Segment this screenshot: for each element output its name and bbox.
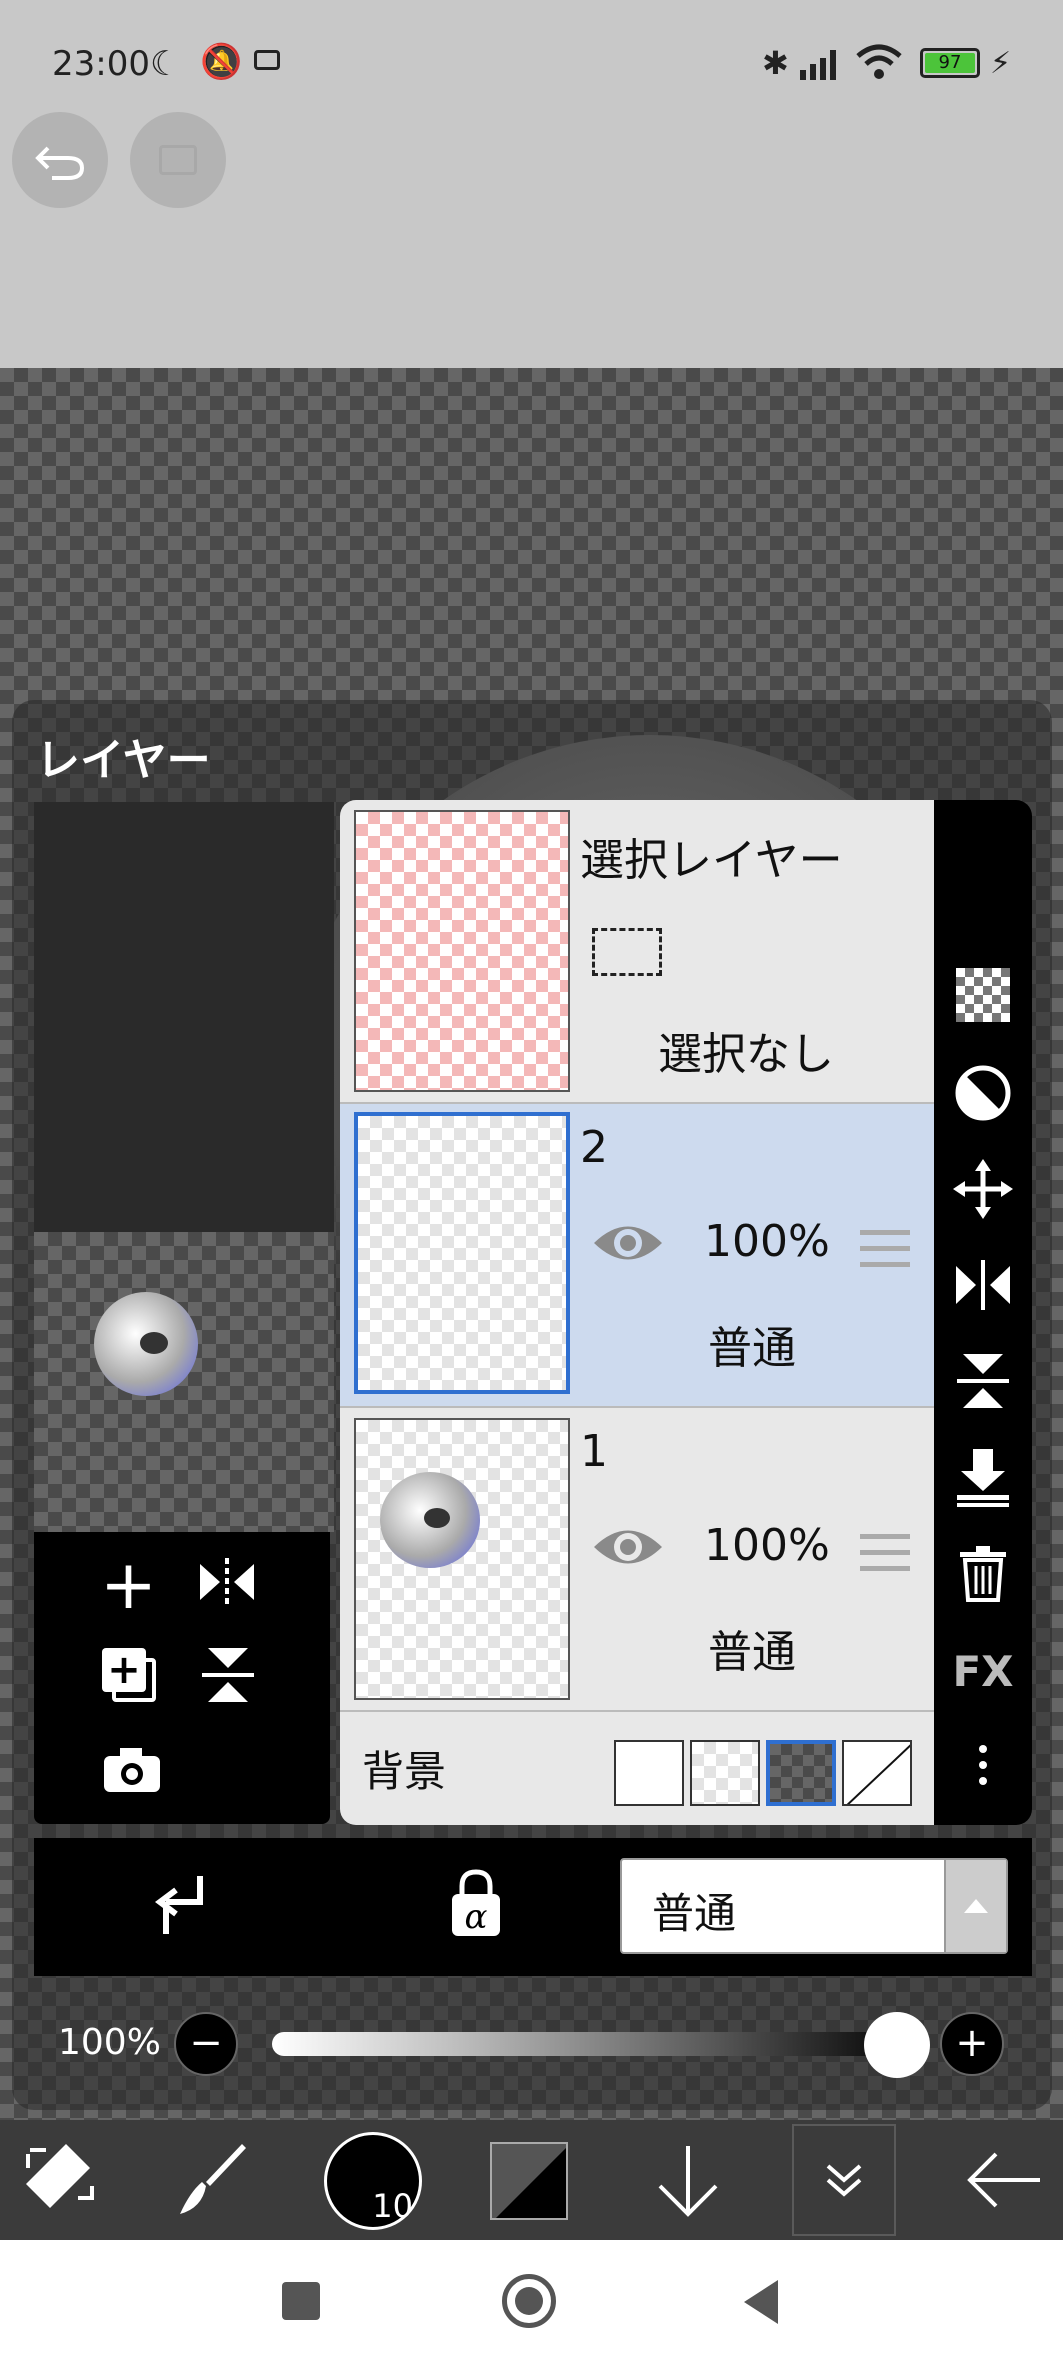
- background-label: 背景: [362, 1747, 447, 1796]
- battery-icon: 97: [920, 48, 980, 78]
- opacity-value: 100%: [58, 2022, 161, 2063]
- opacity-slider-thumb[interactable]: [864, 2012, 930, 2078]
- move-icon[interactable]: [948, 1154, 1018, 1224]
- bg-checker-light-option[interactable]: [690, 1740, 760, 1806]
- selection-layer-row[interactable]: 選択レイヤー 選択なし: [340, 800, 934, 1104]
- layer-blend-2: 普通: [708, 1323, 796, 1374]
- layer-toolbox: + +: [34, 1532, 330, 1824]
- more-menu-icon[interactable]: [948, 1730, 1018, 1800]
- layer-name-1: 1: [580, 1426, 608, 1477]
- invert-icon[interactable]: [948, 1058, 1018, 1128]
- main-toolbar: 10: [0, 2120, 1063, 2240]
- bluetooth-icon: ✱: [762, 44, 789, 82]
- canvas-preview-checker: [34, 1232, 334, 1532]
- opacity-slider[interactable]: [272, 2032, 912, 2056]
- status-time: 23:00: [52, 44, 150, 84]
- color-swatch[interactable]: [490, 2142, 568, 2220]
- layers-list: 選択レイヤー 選択なし 2 100% 普通 1 100% 普通 背景: [340, 800, 934, 1825]
- selection-state: 選択なし: [658, 1029, 834, 1080]
- brush-tool-icon[interactable]: [176, 2142, 252, 2222]
- bg-none-option[interactable]: [842, 1740, 912, 1806]
- add-layer-icon[interactable]: +: [100, 1552, 157, 1620]
- brush-size-button[interactable]: 10: [324, 2132, 422, 2230]
- layer-sidebar: FX: [934, 800, 1032, 1825]
- recents-button[interactable]: [282, 2282, 320, 2320]
- redo-button[interactable]: [130, 112, 226, 208]
- alpha-lock-icon[interactable]: α: [446, 1868, 506, 1944]
- back-arrow-icon[interactable]: [966, 2150, 1042, 2214]
- wifi-icon: [856, 44, 902, 84]
- camera-icon[interactable]: [102, 1746, 162, 1798]
- mute-bell-icon: 🔕: [200, 42, 243, 82]
- triangle-up-icon: [964, 1899, 988, 1913]
- visibility-eye-icon[interactable]: [590, 1522, 666, 1576]
- checker-icon[interactable]: [948, 960, 1018, 1030]
- clip-arrow-icon[interactable]: [152, 1872, 212, 1942]
- layers-button[interactable]: [792, 2124, 896, 2236]
- charging-icon: ⚡: [990, 46, 1012, 81]
- layer-row-1[interactable]: 1 100% 普通: [340, 1408, 934, 1712]
- system-nav-bar: [0, 2240, 1063, 2364]
- eye-drawing: [94, 1292, 198, 1396]
- layer-row-2[interactable]: 2 100% 普通: [340, 1104, 934, 1408]
- flip-horizontal-icon[interactable]: [948, 1250, 1018, 1320]
- opacity-plus-button[interactable]: +: [940, 2012, 1004, 2076]
- double-chevron-down-icon: [826, 2164, 862, 2197]
- panel-title: レイヤー: [36, 735, 211, 786]
- delete-icon[interactable]: [948, 1538, 1018, 1608]
- layer-blend-1: 普通: [708, 1627, 796, 1678]
- canvas-preview: [34, 802, 334, 1232]
- fx-button[interactable]: FX: [948, 1636, 1018, 1706]
- layer-opacity-2: 100%: [704, 1216, 830, 1267]
- undo-button[interactable]: [12, 112, 108, 208]
- bg-checker-dark-option[interactable]: [766, 1740, 836, 1806]
- svg-text:α: α: [465, 1897, 488, 1937]
- bg-white-option[interactable]: [614, 1740, 684, 1806]
- transform-tool-icon[interactable]: [20, 2142, 100, 2222]
- blend-mode-arrow[interactable]: [944, 1860, 1006, 1952]
- flip-horizontal-icon[interactable]: [196, 1556, 258, 1612]
- background-row: 背景: [340, 1712, 934, 1825]
- eye-drawing-thumb: [380, 1472, 480, 1568]
- duplicate-layer-icon[interactable]: +: [102, 1648, 156, 1702]
- layer-thumb-2: [354, 1112, 570, 1394]
- selection-rect-icon: [592, 928, 662, 976]
- layer-thumb-1: [354, 1418, 570, 1700]
- battery-level: 97: [925, 53, 975, 73]
- drag-handle-icon[interactable]: [860, 1230, 910, 1278]
- layer-opacity-1: 100%: [704, 1520, 830, 1571]
- signal-icon: [800, 48, 844, 84]
- selection-layer-thumb: [354, 810, 570, 1092]
- undo-icon: [35, 146, 85, 180]
- opacity-minus-button[interactable]: −: [174, 2012, 238, 2076]
- blend-mode-select[interactable]: 普通: [620, 1858, 1008, 1954]
- redo-icon: [159, 145, 197, 175]
- flip-vertical-icon[interactable]: [200, 1644, 256, 1710]
- drag-handle-icon[interactable]: [860, 1534, 910, 1582]
- brush-size-value: 10: [372, 2187, 413, 2225]
- blend-mode-value: 普通: [652, 1889, 737, 1938]
- opacity-row: 100% − +: [34, 1996, 1032, 2096]
- visibility-eye-icon[interactable]: [590, 1218, 666, 1272]
- back-button[interactable]: [744, 2280, 778, 2324]
- merge-down-icon[interactable]: [948, 1442, 1018, 1512]
- selection-layer-name: 選択レイヤー: [580, 835, 843, 886]
- arrow-down-icon[interactable]: [656, 2144, 720, 2222]
- coffee-icon: [254, 50, 280, 70]
- layer-name-2: 2: [580, 1122, 608, 1173]
- moon-icon: ☾: [150, 44, 181, 84]
- flip-vertical-icon[interactable]: [948, 1346, 1018, 1416]
- home-button[interactable]: [502, 2274, 556, 2328]
